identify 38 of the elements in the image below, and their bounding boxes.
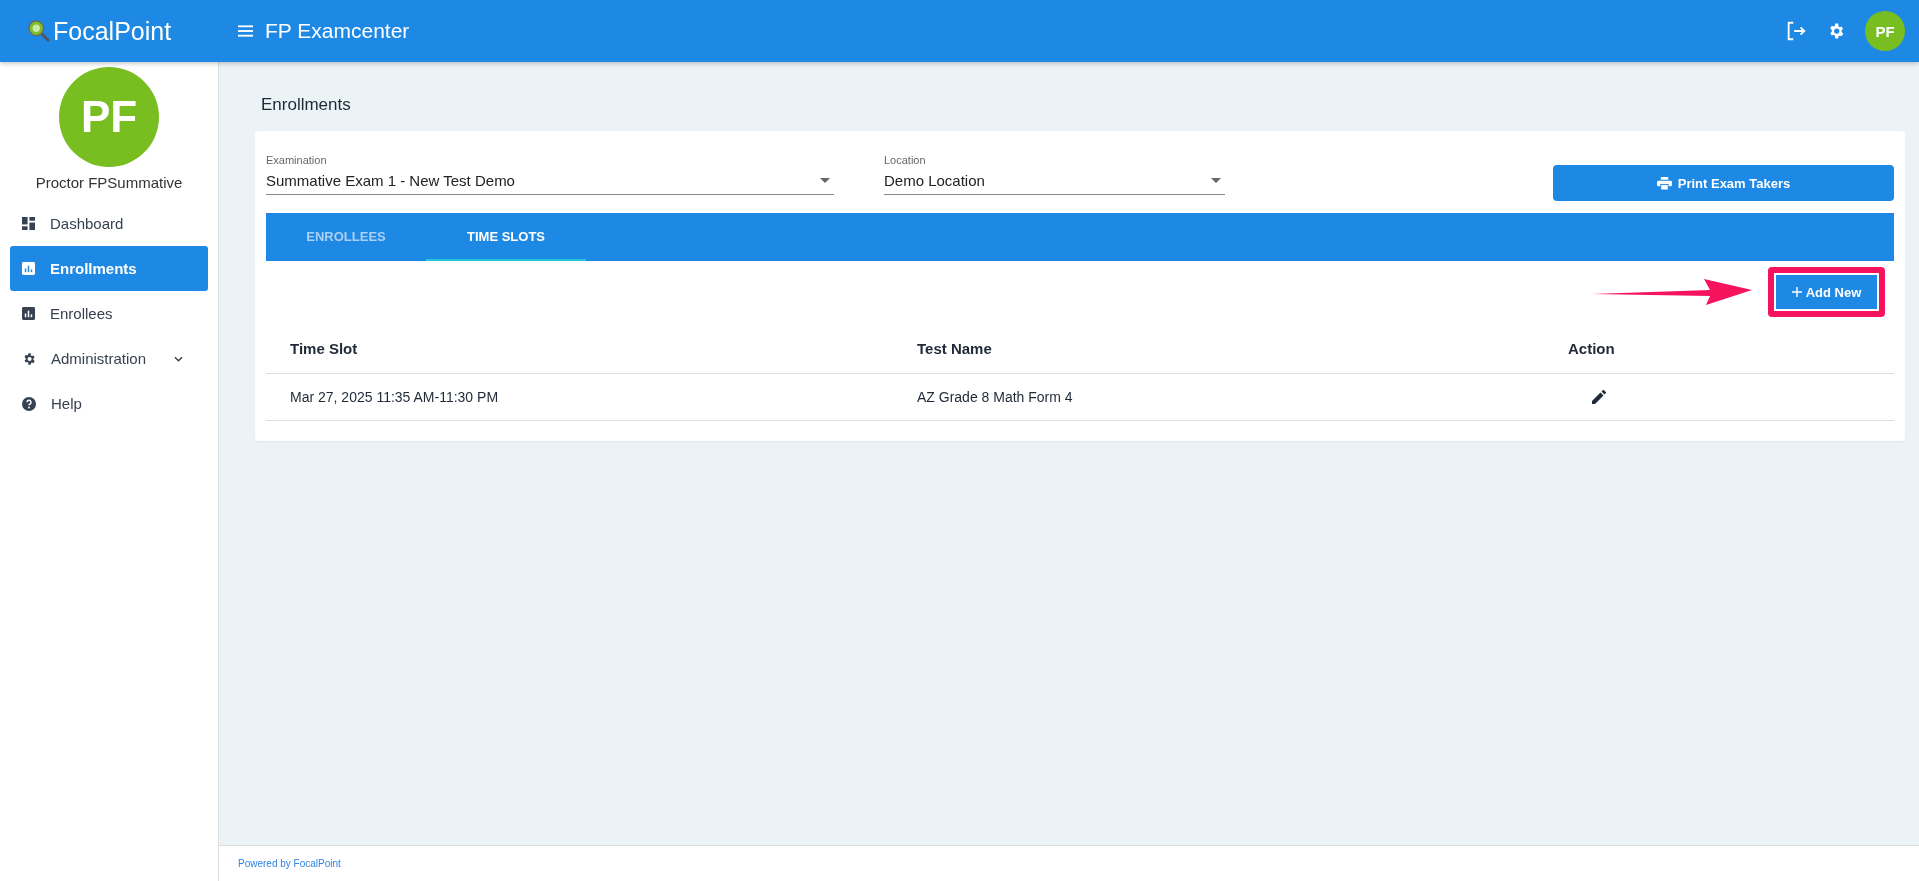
settings-icon[interactable] xyxy=(1827,22,1845,40)
caret-icon xyxy=(820,178,830,183)
nav-item[interactable]: Dashboard xyxy=(10,201,208,246)
bar-chart-icon xyxy=(22,262,35,275)
logo-text: FocalPoint xyxy=(53,16,172,46)
add-new-button[interactable]: Add New xyxy=(1776,275,1877,309)
menu-icon[interactable] xyxy=(238,25,253,37)
page-title: Enrollments xyxy=(261,95,352,115)
user-avatar: PF xyxy=(59,67,159,167)
print-button[interactable]: Print Exam Takers xyxy=(1553,165,1894,201)
nav-item[interactable]: Administration xyxy=(10,336,208,381)
column-header: Action xyxy=(1567,339,1615,357)
table-cell-text: AZ Grade 8 Math Form 4 xyxy=(916,389,1073,405)
caret-icon xyxy=(1211,178,1221,183)
magnifier-logo-icon xyxy=(28,20,50,42)
tab[interactable]: ENROLLEES xyxy=(266,213,426,261)
table-cell-text: Mar 27, 2025 11:35 AM-11:30 PM xyxy=(289,389,499,405)
edit-icon[interactable] xyxy=(1592,390,1606,404)
logout-icon[interactable] xyxy=(1785,20,1807,42)
help-icon xyxy=(22,396,36,411)
app-title: FP Examcenter xyxy=(265,19,410,43)
printer-icon xyxy=(1656,176,1672,190)
nav-item[interactable]: Help xyxy=(10,381,208,426)
user-avatar[interactable]: PF xyxy=(1865,11,1905,51)
user-name: Proctor FPSummative xyxy=(35,174,183,191)
chevron-down-icon xyxy=(174,355,184,362)
dropdown-field[interactable]: Location Demo Location xyxy=(884,148,1225,195)
powered-by-link[interactable]: Powered by FocalPoint xyxy=(238,858,341,869)
dashboard-icon xyxy=(22,217,35,230)
nav-item[interactable]: Enrollments xyxy=(10,246,208,291)
column-header: Time Slot xyxy=(289,339,358,357)
settings-icon xyxy=(22,351,36,366)
tab[interactable]: TIME SLOTS xyxy=(426,213,586,261)
bar-chart-icon xyxy=(22,307,35,320)
plus-icon xyxy=(1791,287,1802,297)
dropdown-field[interactable]: Examination Summative Exam 1 - New Test Demo xyxy=(266,148,834,195)
nav-item[interactable]: Enrollees xyxy=(10,291,208,336)
column-header: Test Name xyxy=(916,339,992,357)
